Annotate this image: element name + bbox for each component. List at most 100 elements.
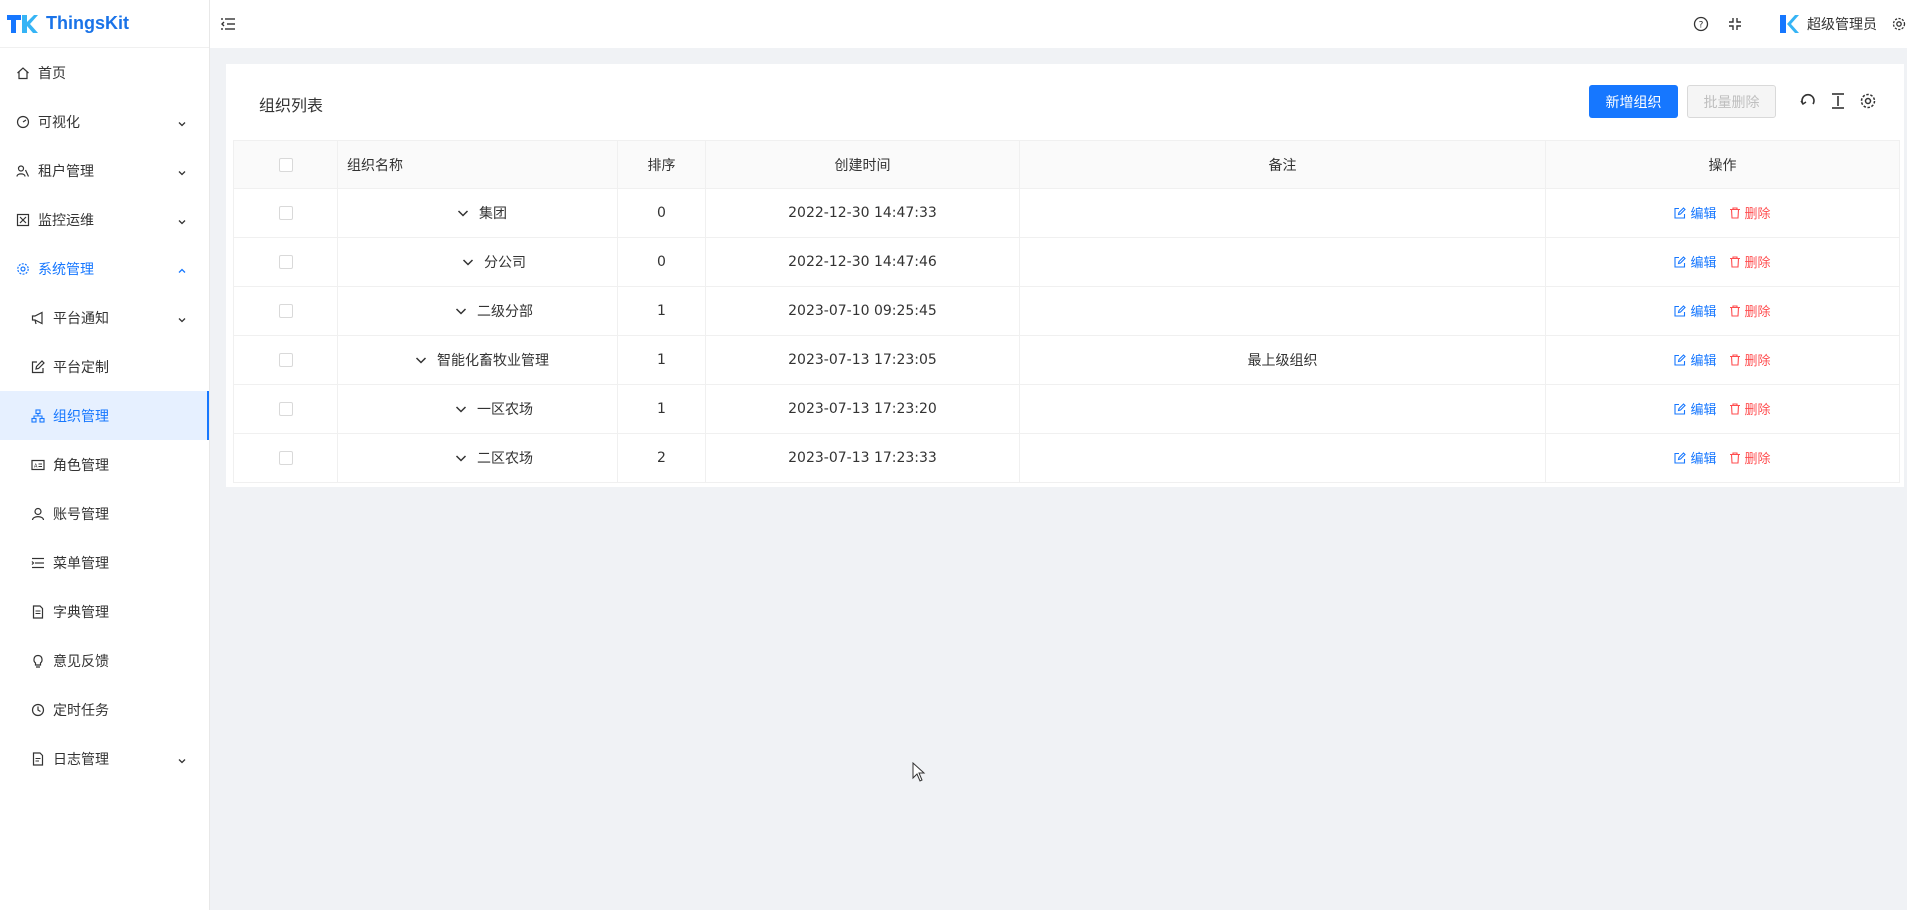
sidebar-menu: 首页 可视化 租户管理监控运维系统管理平台通知平台定制 组织管理 A 角色管理 账号管理 菜单…: [0, 48, 209, 783]
edit-button[interactable]: 编辑: [1674, 252, 1717, 271]
edit-label: 编辑: [1690, 452, 1717, 468]
delete-button[interactable]: 删除: [1729, 301, 1771, 320]
delete-button[interactable]: 删除: [1729, 399, 1771, 418]
table-row[interactable]: 集团 0 2022-12-30 14:47:33 编辑 删除: [233, 188, 1900, 238]
sidebar-item[interactable]: 定时任务: [0, 685, 209, 734]
sidebar-item[interactable]: 菜单管理: [0, 538, 209, 587]
help-icon[interactable]: ?: [1693, 16, 1709, 32]
org-name-cell: 一区农场: [337, 384, 618, 434]
log-icon: [31, 751, 45, 766]
edit-button[interactable]: 编辑: [1674, 350, 1717, 370]
sidebar-item-label: 监控运维: [38, 212, 94, 229]
sidebar-item[interactable]: 字典管理: [0, 587, 209, 636]
table-header-row: 组织名称 排序 创建时间 备注 操作: [233, 140, 1900, 189]
org-name-cell: 智能化畜牧业管理: [337, 335, 618, 385]
sidebar-item[interactable]: 账号管理: [0, 489, 209, 538]
select-all-checkbox-cell: [233, 140, 338, 189]
settings-gear-icon[interactable]: [1891, 16, 1907, 32]
add-org-button[interactable]: 新增组织: [1589, 85, 1678, 118]
org-name-cell: 二级分部: [337, 286, 618, 336]
sidebar-item[interactable]: 日志管理: [0, 734, 209, 783]
edit-icon: [1674, 304, 1687, 317]
page-title: 组织列表: [259, 96, 324, 115]
edit-button[interactable]: 编辑: [1674, 399, 1717, 418]
table-row[interactable]: 一区农场 1 2023-07-13 17:23:20 编辑 删除: [233, 384, 1900, 434]
row-checkbox[interactable]: [278, 206, 293, 220]
table-row[interactable]: 二级分部 1 2023-07-10 09:25:45 编辑 删除: [233, 286, 1900, 336]
sidebar-item-label: 日志管理: [53, 751, 109, 768]
username: 超级管理员: [1807, 17, 1877, 33]
column-header-order: 排序: [617, 140, 706, 189]
org-name: 一区农场: [477, 402, 533, 418]
sidebar-item[interactable]: 系统管理: [0, 244, 209, 293]
expand-toggle-icon[interactable]: [462, 256, 474, 268]
table-row[interactable]: 二区农场 2 2023-07-13 17:23:33 编辑 删除: [233, 433, 1900, 483]
expand-toggle-icon[interactable]: [415, 354, 427, 366]
mouse-cursor-icon: [912, 761, 926, 782]
select-all-checkbox[interactable]: [278, 157, 293, 172]
edit-icon: [1674, 353, 1687, 366]
row-checkbox[interactable]: [278, 255, 293, 269]
delete-button[interactable]: 删除: [1729, 252, 1771, 271]
row-checkbox[interactable]: [278, 402, 293, 416]
refresh-icon[interactable]: [1798, 91, 1818, 111]
table-row[interactable]: 分公司 0 2022-12-30 14:47:46 编辑 删除: [233, 237, 1900, 287]
sidebar-item[interactable]: 首页: [0, 48, 209, 97]
order-cell: 1: [617, 335, 706, 385]
delete-button[interactable]: 删除: [1729, 203, 1771, 222]
expand-toggle-icon[interactable]: [457, 207, 469, 219]
sidebar-item[interactable]: A 角色管理: [0, 440, 209, 489]
expand-toggle-icon[interactable]: [455, 305, 467, 317]
delete-label: 删除: [1744, 403, 1771, 419]
row-checkbox[interactable]: [278, 304, 293, 318]
edit-button[interactable]: 编辑: [1674, 301, 1717, 320]
expand-toggle-icon[interactable]: [455, 452, 467, 464]
table-row[interactable]: 智能化畜牧业管理 1 2023-07-13 17:23:05 最上级组织 编辑 删除: [233, 335, 1900, 385]
created-time-cell: 2023-07-13 17:23:33: [705, 433, 1020, 483]
megaphone-icon: [31, 311, 45, 325]
actions-cell: 编辑 删除: [1545, 286, 1900, 336]
fullscreen-icon[interactable]: [1727, 16, 1743, 32]
user-menu[interactable]: 超级管理员: [1777, 13, 1877, 35]
delete-button[interactable]: 删除: [1729, 448, 1771, 467]
actions-cell: 编辑 删除: [1545, 384, 1900, 434]
chevron-up-icon: [177, 264, 187, 274]
remark-cell: [1019, 237, 1546, 287]
org-name: 二级分部: [477, 304, 533, 320]
column-height-icon[interactable]: [1828, 91, 1848, 111]
sidebar-item-label: 意见反馈: [53, 653, 109, 670]
org-name: 集团: [479, 206, 507, 222]
batch-delete-button[interactable]: 批量删除: [1687, 85, 1776, 118]
sidebar-item[interactable]: 监控运维: [0, 195, 209, 244]
column-header-actions: 操作: [1545, 140, 1900, 189]
sidebar-item[interactable]: 组织管理: [0, 391, 209, 440]
column-header-created: 创建时间: [705, 140, 1020, 189]
edit-button[interactable]: 编辑: [1674, 203, 1717, 223]
row-checkbox[interactable]: [278, 353, 293, 367]
id-card-icon: A: [31, 458, 45, 472]
expand-toggle-icon[interactable]: [455, 403, 467, 415]
collapse-menu-icon[interactable]: [220, 16, 236, 32]
sidebar-item[interactable]: 租户管理: [0, 146, 209, 195]
delete-label: 删除: [1744, 354, 1771, 370]
app-logo[interactable]: ThingsKit: [0, 0, 209, 48]
sidebar-item[interactable]: 平台定制: [0, 342, 209, 391]
bulb-icon: [31, 654, 45, 668]
clock-icon: [31, 703, 45, 717]
edit-label: 编辑: [1690, 207, 1717, 223]
edit-label: 编辑: [1690, 354, 1717, 370]
monitor-icon: [16, 213, 30, 227]
delete-icon: [1729, 354, 1741, 366]
sidebar-item[interactable]: 平台通知: [0, 293, 209, 342]
delete-button[interactable]: 删除: [1729, 350, 1771, 369]
edit-button[interactable]: 编辑: [1674, 448, 1717, 468]
created-time-cell: 2022-12-30 14:47:46: [705, 237, 1020, 287]
sidebar-item-label: 平台通知: [53, 310, 109, 327]
chevron-down-icon: [177, 313, 187, 323]
column-settings-icon[interactable]: [1858, 91, 1878, 111]
svg-text:A: A: [34, 463, 38, 469]
row-checkbox[interactable]: [278, 451, 293, 465]
sidebar-item[interactable]: 可视化: [0, 97, 209, 146]
created-time-cell: 2023-07-10 09:25:45: [705, 286, 1020, 336]
sidebar-item[interactable]: 意见反馈: [0, 636, 209, 685]
